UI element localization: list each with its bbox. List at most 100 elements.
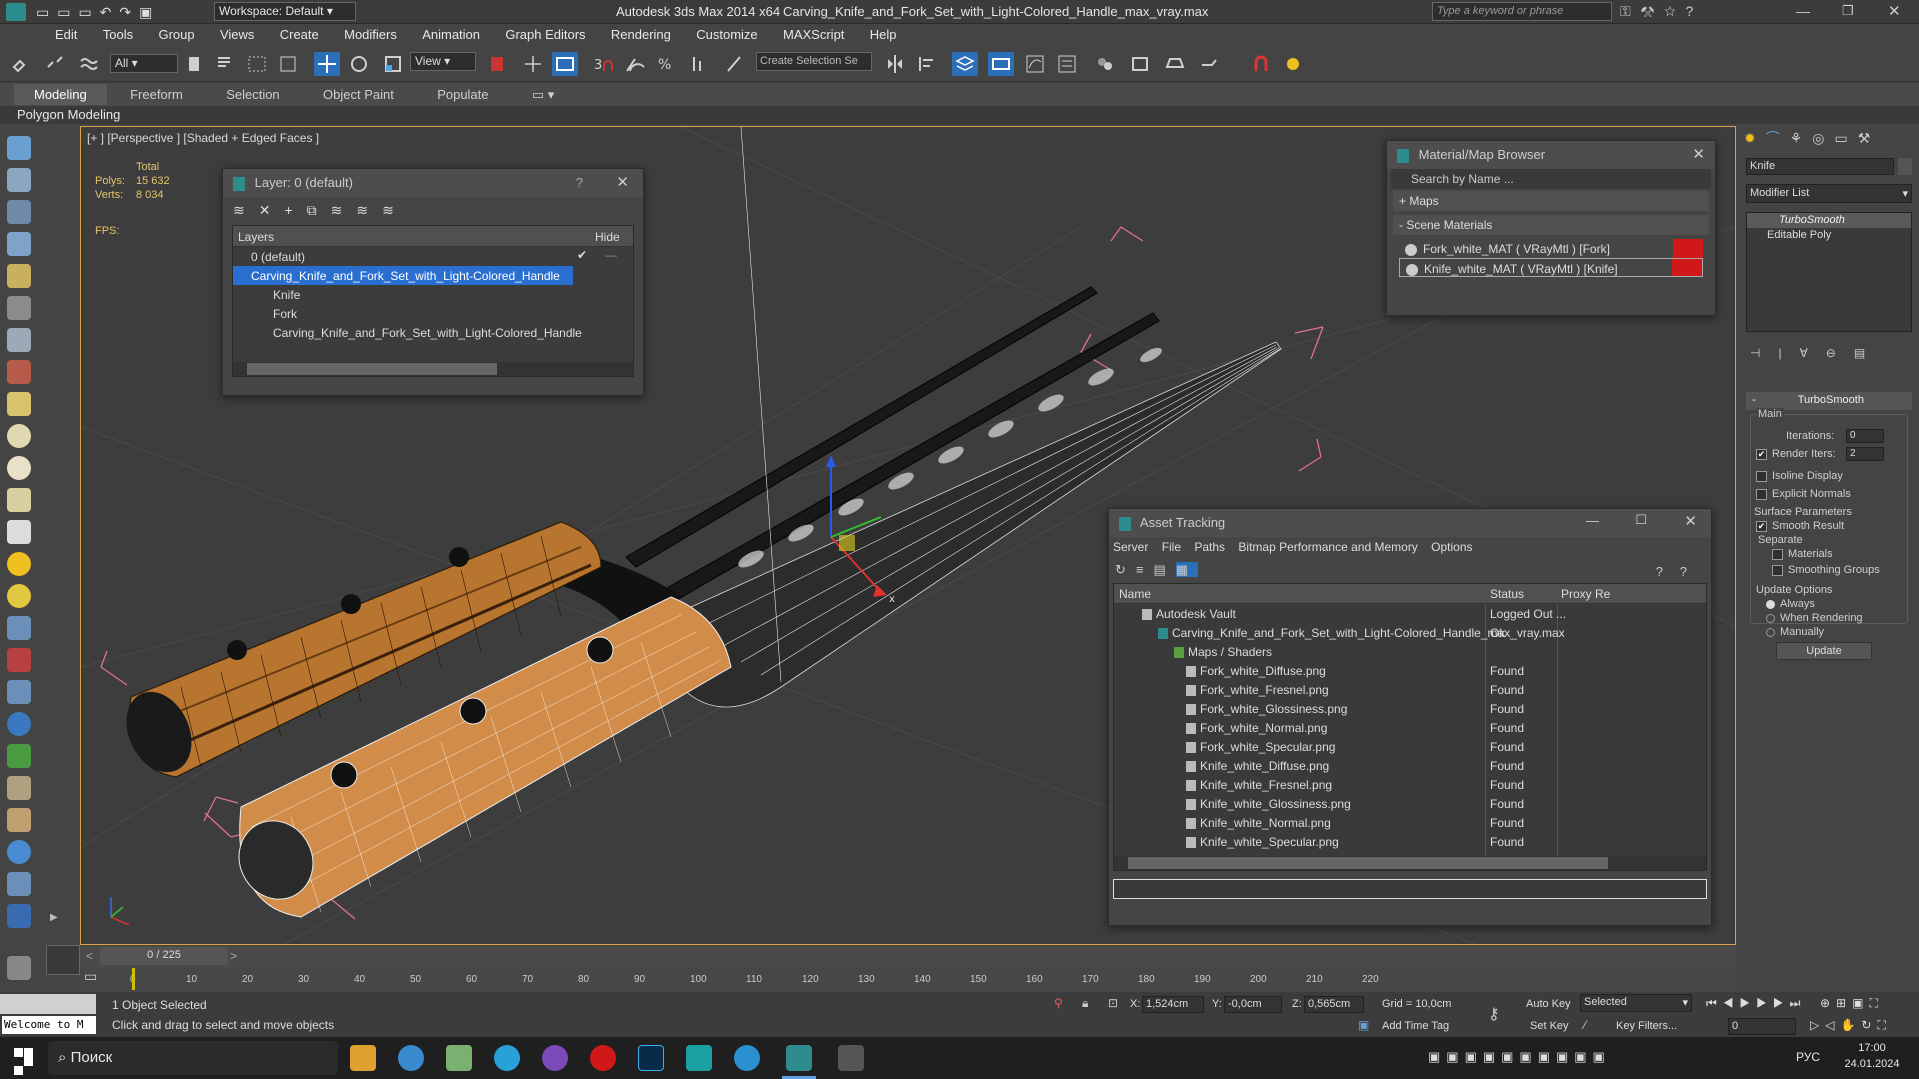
mini-listener-toggle[interactable] (46, 945, 80, 975)
viewport-label[interactable]: [+ ] [Perspective ] [Shaded + Edged Face… (87, 131, 319, 145)
quick-access-icons[interactable]: ▭▭▭↶↷▣ (36, 4, 206, 20)
torus-icon[interactable] (7, 456, 31, 480)
stack-item-turbosmooth[interactable]: TurboSmooth (1747, 213, 1911, 228)
menu-maxscript[interactable]: MAXScript (772, 24, 855, 45)
manipulate-icon[interactable] (520, 52, 546, 76)
time-cursor[interactable] (132, 968, 135, 990)
set-key-icon[interactable]: ⁄ (1584, 1018, 1586, 1032)
rect-selection-icon[interactable] (244, 52, 270, 76)
scene-materials-group[interactable]: - Scene Materials (1393, 215, 1709, 235)
col-hide[interactable]: Hide (595, 230, 620, 244)
align-icon[interactable] (914, 52, 940, 76)
make-unique-icon[interactable]: ∀ (1800, 346, 1826, 360)
selection-filter-dropdown[interactable]: All ▾ (110, 54, 178, 73)
layer-row-selected[interactable]: Carving_Knife_and_Fork_Set_with_Light-Co… (233, 266, 573, 285)
mirror-icon[interactable] (882, 52, 908, 76)
menu-group[interactable]: Group (147, 24, 205, 45)
ribbon-options-icon[interactable]: ▭ ▾ (512, 84, 574, 106)
omni-icon[interactable] (7, 584, 31, 608)
select-layer-icon[interactable]: ⧉ (307, 202, 331, 218)
plant-icon[interactable] (7, 744, 31, 768)
manually-row[interactable]: Manually (1766, 626, 1824, 638)
key-filters-button[interactable]: Key Filters... (1616, 1020, 1677, 1032)
add-time-tag[interactable]: Add Time Tag (1382, 1020, 1449, 1032)
x-coord-field[interactable]: 1,524cm (1142, 996, 1204, 1013)
viber-icon[interactable] (542, 1045, 568, 1071)
asset-row[interactable]: Fork_white_Specular.png Found (1114, 737, 1706, 756)
photoshop-icon[interactable] (638, 1045, 664, 1071)
help-button[interactable]: ? (576, 175, 583, 190)
time-slider[interactable]: < 0 / 225 > (80, 946, 1736, 968)
teapot-icon[interactable] (7, 136, 31, 160)
menu-edit[interactable]: Edit (44, 24, 88, 45)
time-tag-icon[interactable]: ▣ (1358, 1018, 1369, 1032)
modify-tab-icon[interactable]: ⌒ (1766, 130, 1790, 146)
viewport-nav-controls[interactable]: ⊕⊞▣⛶ (1820, 996, 1884, 1011)
material-search-input[interactable]: Search by Name ... (1391, 169, 1711, 189)
spinner-snap-icon[interactable] (686, 52, 712, 76)
close-icon[interactable]: ✕ (1888, 2, 1901, 20)
key-icon[interactable]: ⚷ (1488, 1004, 1500, 1024)
refresh-icon[interactable]: ↻ (1115, 562, 1136, 577)
horizontal-scrollbar[interactable] (1114, 856, 1706, 870)
show-end-result-icon[interactable]: | (1778, 346, 1799, 360)
welcome-text[interactable]: Welcome to M (2, 1016, 96, 1034)
time-slider-thumb[interactable]: 0 / 225 (100, 947, 228, 965)
help-icons[interactable]: ⚿⚒☆? (1620, 3, 1703, 20)
material-browser-header[interactable]: Material/Map Browser ✕ (1387, 141, 1715, 169)
auto-key-button[interactable]: Auto Key (1526, 998, 1571, 1010)
plane-icon[interactable] (7, 392, 31, 416)
select-object-icon[interactable] (182, 52, 208, 76)
percent-snap-icon[interactable]: % (654, 52, 680, 76)
prev-frame-icon[interactable]: < (86, 949, 93, 963)
col-name[interactable]: Name (1119, 587, 1151, 601)
asset-row[interactable]: Fork_white_Normal.png Found (1114, 718, 1706, 737)
list-icon[interactable] (7, 200, 31, 224)
asset-row[interactable]: Knife_white_Diffuse.png Found (1114, 756, 1706, 775)
menu-modifiers[interactable]: Modifiers (333, 24, 408, 45)
tab-object-paint[interactable]: Object Paint (303, 84, 414, 105)
materials-checkbox[interactable] (1772, 548, 1783, 560)
next-frame-icon[interactable]: > (230, 949, 237, 963)
z-coord-field[interactable]: 0,565cm (1304, 996, 1364, 1013)
asset-row[interactable]: Knife_white_Glossiness.png Found (1114, 794, 1706, 813)
col-layers[interactable]: Layers (238, 230, 274, 244)
display-tab-icon[interactable]: ▭ (1835, 130, 1858, 146)
menu-help[interactable]: Help (859, 24, 908, 45)
asset-row[interactable]: Knife_white_Normal.png Found (1114, 813, 1706, 832)
workspace-dropdown[interactable]: Workspace: Default ▾ (214, 2, 356, 21)
menu-options[interactable]: Options (1431, 540, 1472, 554)
utilities-icon[interactable] (7, 956, 31, 980)
render-iters-checkbox[interactable]: ✔ (1756, 448, 1767, 460)
y-coord-field[interactable]: -0,0cm (1224, 996, 1282, 1013)
menu-customize[interactable]: Customize (685, 24, 768, 45)
layer-row[interactable]: Carving_Knife_and_Fork_Set_with_Light-Co… (233, 323, 633, 342)
minimize-icon[interactable]: — (1796, 3, 1810, 19)
cone-icon[interactable] (7, 520, 31, 544)
asset-row[interactable]: Autodesk Vault Logged Out ... (1114, 604, 1706, 623)
hide-all-icon[interactable]: ≋ (356, 202, 382, 218)
layer-row[interactable]: Fork (233, 304, 633, 323)
pin-stack-icon[interactable]: ⊣ (1750, 346, 1778, 360)
table-view-icon[interactable]: ▦ (1175, 562, 1199, 577)
ref-coord-dropdown[interactable]: View ▾ (410, 52, 476, 71)
set-key-button[interactable]: Set Key (1530, 1020, 1569, 1032)
edit-named-selection-icon[interactable] (722, 52, 748, 76)
app-logo-icon[interactable] (6, 3, 26, 21)
layer-row[interactable]: 0 (default) ✔ — (233, 247, 633, 266)
bone-icon[interactable] (7, 680, 31, 704)
material-browser[interactable]: Material/Map Browser ✕ Search by Name ..… (1386, 140, 1716, 316)
hair-icon[interactable] (7, 776, 31, 800)
select-scale-icon[interactable] (380, 52, 406, 76)
magnet-icon[interactable] (1248, 52, 1274, 76)
ik-icon[interactable] (7, 360, 31, 384)
playback-controls[interactable]: ⏮◀▶▶▶⏭ (1706, 996, 1806, 1011)
lightbulb-icon[interactable] (7, 264, 31, 288)
asset-row[interactable]: Knife_white_Fresnel.png Found (1114, 775, 1706, 794)
menu-rendering[interactable]: Rendering (600, 24, 682, 45)
list-view-icon[interactable]: ≡ (1136, 562, 1154, 577)
cloth-icon[interactable] (7, 808, 31, 832)
camera-icon[interactable] (7, 296, 31, 320)
when-rendering-radio[interactable] (1766, 613, 1775, 623)
bind-spacewarp-icon[interactable] (76, 52, 102, 76)
